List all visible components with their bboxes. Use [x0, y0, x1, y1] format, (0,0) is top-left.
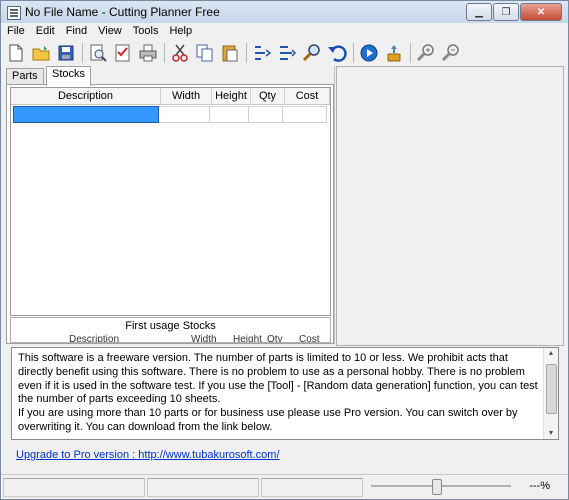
toolbar-separator — [246, 43, 247, 63]
restore-icon: ❐ — [501, 6, 511, 18]
save-icon — [58, 45, 74, 61]
arrange-right-button[interactable] — [276, 42, 298, 64]
menu-help[interactable]: Help — [163, 24, 197, 40]
window-controls: ▁ ❐ ✕ — [465, 3, 562, 21]
open-button[interactable] — [30, 42, 52, 64]
tab-parts[interactable]: Parts — [6, 68, 44, 85]
toolbar — [1, 40, 569, 66]
zoom-in-button[interactable] — [415, 42, 437, 64]
menu-bar: File Edit Find View Tools Help — [1, 24, 568, 40]
column-header-cost[interactable]: Cost — [285, 88, 330, 104]
app-icon — [7, 6, 21, 20]
play-icon — [360, 44, 378, 62]
menu-edit[interactable]: Edit — [30, 24, 60, 40]
paste-icon — [222, 45, 238, 62]
cell-width[interactable] — [159, 106, 210, 123]
find-button[interactable] — [301, 42, 323, 64]
status-pane-2 — [147, 478, 259, 497]
toolbar-separator — [82, 43, 83, 63]
first-usage-stocks-table: First usage Stocks Description Width Hei… — [10, 317, 331, 343]
restore-button[interactable]: ❐ — [493, 3, 519, 21]
close-icon: ✕ — [536, 6, 546, 18]
first-usage-column-qty: Qty — [267, 334, 283, 343]
cell-cost[interactable] — [283, 106, 327, 123]
column-header-qty[interactable]: Qty — [251, 88, 285, 104]
column-header-width[interactable]: Width — [161, 88, 212, 104]
new-file-icon — [9, 44, 23, 62]
info-scrollbar[interactable]: ▲ ▼ — [543, 348, 558, 439]
scroll-thumb[interactable] — [546, 364, 557, 414]
cell-height[interactable] — [210, 106, 249, 123]
column-header-height[interactable]: Height — [212, 88, 251, 104]
check-button[interactable] — [112, 42, 134, 64]
menu-view[interactable]: View — [92, 24, 127, 40]
minimize-button[interactable]: ▁ — [466, 3, 492, 21]
calculate-button[interactable] — [383, 42, 405, 64]
cut-icon — [172, 44, 188, 62]
tab-stocks[interactable]: Stocks — [46, 66, 92, 86]
scroll-down-arrow-icon[interactable]: ▼ — [547, 430, 555, 437]
scroll-up-arrow-icon[interactable]: ▲ — [547, 350, 555, 357]
panel-splitter[interactable] — [334, 66, 335, 344]
status-pane-1 — [3, 478, 145, 497]
printer-icon — [139, 44, 157, 62]
copy-button[interactable] — [194, 42, 216, 64]
print-preview-icon — [90, 44, 107, 62]
run-button[interactable] — [358, 42, 380, 64]
search-icon — [302, 44, 320, 62]
first-usage-header: Description Width Height Qty Cost — [11, 334, 330, 343]
zoom-out-button[interactable] — [440, 42, 462, 64]
cell-qty[interactable] — [249, 106, 283, 123]
zoom-slider-thumb[interactable] — [432, 479, 442, 495]
undo-icon — [328, 45, 347, 62]
status-pane-3 — [261, 478, 363, 497]
align-right-icon — [280, 46, 297, 60]
window-title: No File Name - Cutting Planner Free — [25, 5, 220, 19]
zoom-level: ---% — [529, 480, 550, 492]
app-window: No File Name - Cutting Planner Free ▁ ❐ … — [0, 0, 569, 500]
menu-file[interactable]: File — [1, 24, 30, 40]
align-left-icon — [255, 46, 272, 60]
toolbar-separator — [353, 43, 354, 63]
cut-button[interactable] — [169, 42, 191, 64]
checklist-icon — [115, 44, 130, 62]
paste-button[interactable] — [219, 42, 241, 64]
stocks-panel: Description Width Height Qty Cost First … — [6, 84, 334, 344]
first-usage-column-height: Height — [233, 334, 262, 343]
open-folder-icon — [32, 46, 50, 61]
menu-tools[interactable]: Tools — [127, 24, 164, 40]
info-message-text: This software is a freeware version. The… — [18, 352, 538, 433]
calculate-icon — [387, 45, 401, 62]
menu-find[interactable]: Find — [60, 24, 92, 40]
arrange-left-button[interactable] — [251, 42, 273, 64]
upgrade-link[interactable]: Upgrade to Pro version : http://www.tuba… — [16, 449, 280, 461]
first-usage-column-cost: Cost — [299, 334, 320, 343]
undo-button[interactable] — [326, 42, 348, 64]
first-usage-title: First usage Stocks — [125, 320, 216, 332]
new-button[interactable] — [5, 42, 27, 64]
copy-icon — [196, 44, 213, 62]
toolbar-separator — [410, 43, 411, 63]
print-button[interactable] — [137, 42, 159, 64]
cell-description[interactable] — [13, 106, 159, 123]
zoom-in-icon — [416, 44, 434, 62]
title-bar: No File Name - Cutting Planner Free ▁ ❐ … — [1, 1, 568, 23]
table-row[interactable] — [13, 106, 327, 123]
close-button[interactable]: ✕ — [520, 3, 562, 21]
toolbar-separator — [164, 43, 165, 63]
print-preview-button[interactable] — [87, 42, 109, 64]
zoom-out-icon — [441, 44, 459, 62]
status-bar: ---% — [1, 474, 568, 499]
column-header-description[interactable]: Description — [11, 88, 161, 104]
minimize-icon: ▁ — [475, 6, 483, 18]
save-button[interactable] — [55, 42, 77, 64]
stocks-table: Description Width Height Qty Cost — [10, 87, 331, 316]
layout-preview-panel[interactable] — [336, 66, 564, 346]
first-usage-column-description: Description — [69, 334, 120, 343]
table-header: Description Width Height Qty Cost — [11, 88, 330, 105]
first-usage-column-width: Width — [191, 334, 217, 343]
info-message-box[interactable]: This software is a freeware version. The… — [11, 347, 559, 440]
